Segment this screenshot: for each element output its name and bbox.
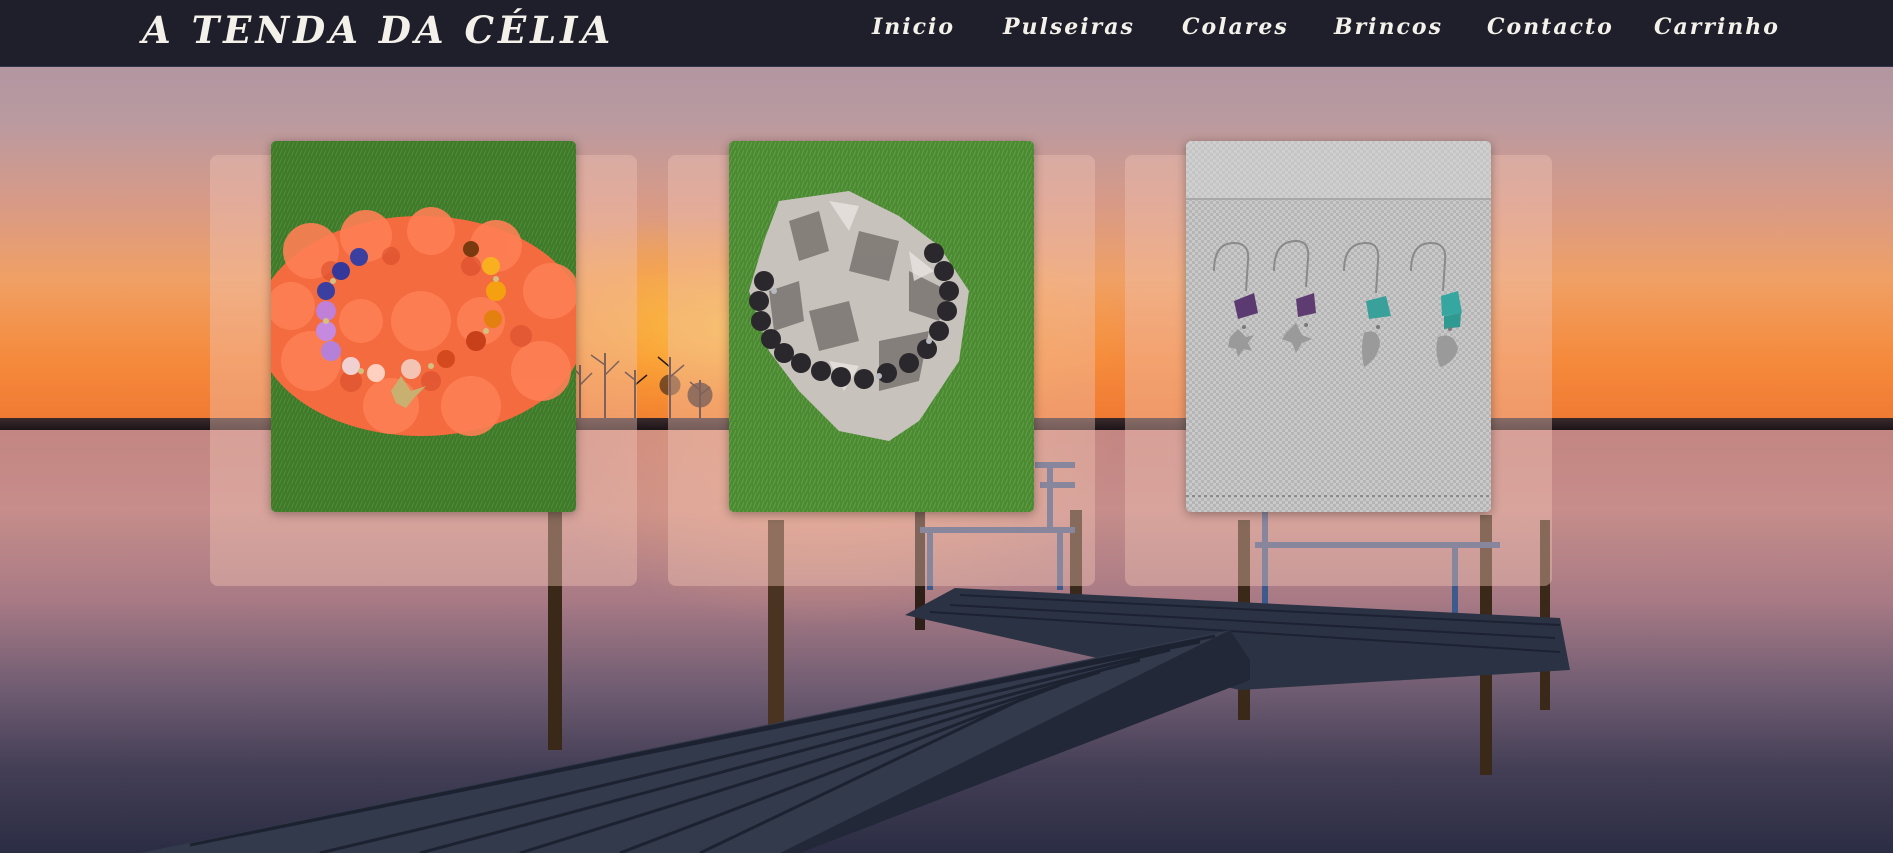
site-header: A TENDA DA CÉLIA Inicio Pulseiras Colare… [0,0,1893,67]
product-image-bracelet-flowers[interactable] [271,141,576,512]
product-image-lava-bracelet[interactable] [729,141,1034,512]
nav-link-pulseiras[interactable]: Pulseiras [1003,14,1135,40]
site-logo-title[interactable]: A TENDA DA CÉLIA [142,8,614,52]
nav-link-inicio[interactable]: Inicio [872,14,955,40]
nav-link-colares[interactable]: Colares [1182,14,1289,40]
nav-link-carrinho[interactable]: Carrinho [1654,14,1780,40]
product-image-earrings[interactable] [1186,141,1491,512]
nav-link-contacto[interactable]: Contacto [1487,14,1614,40]
nav-link-brincos[interactable]: Brincos [1334,14,1443,40]
